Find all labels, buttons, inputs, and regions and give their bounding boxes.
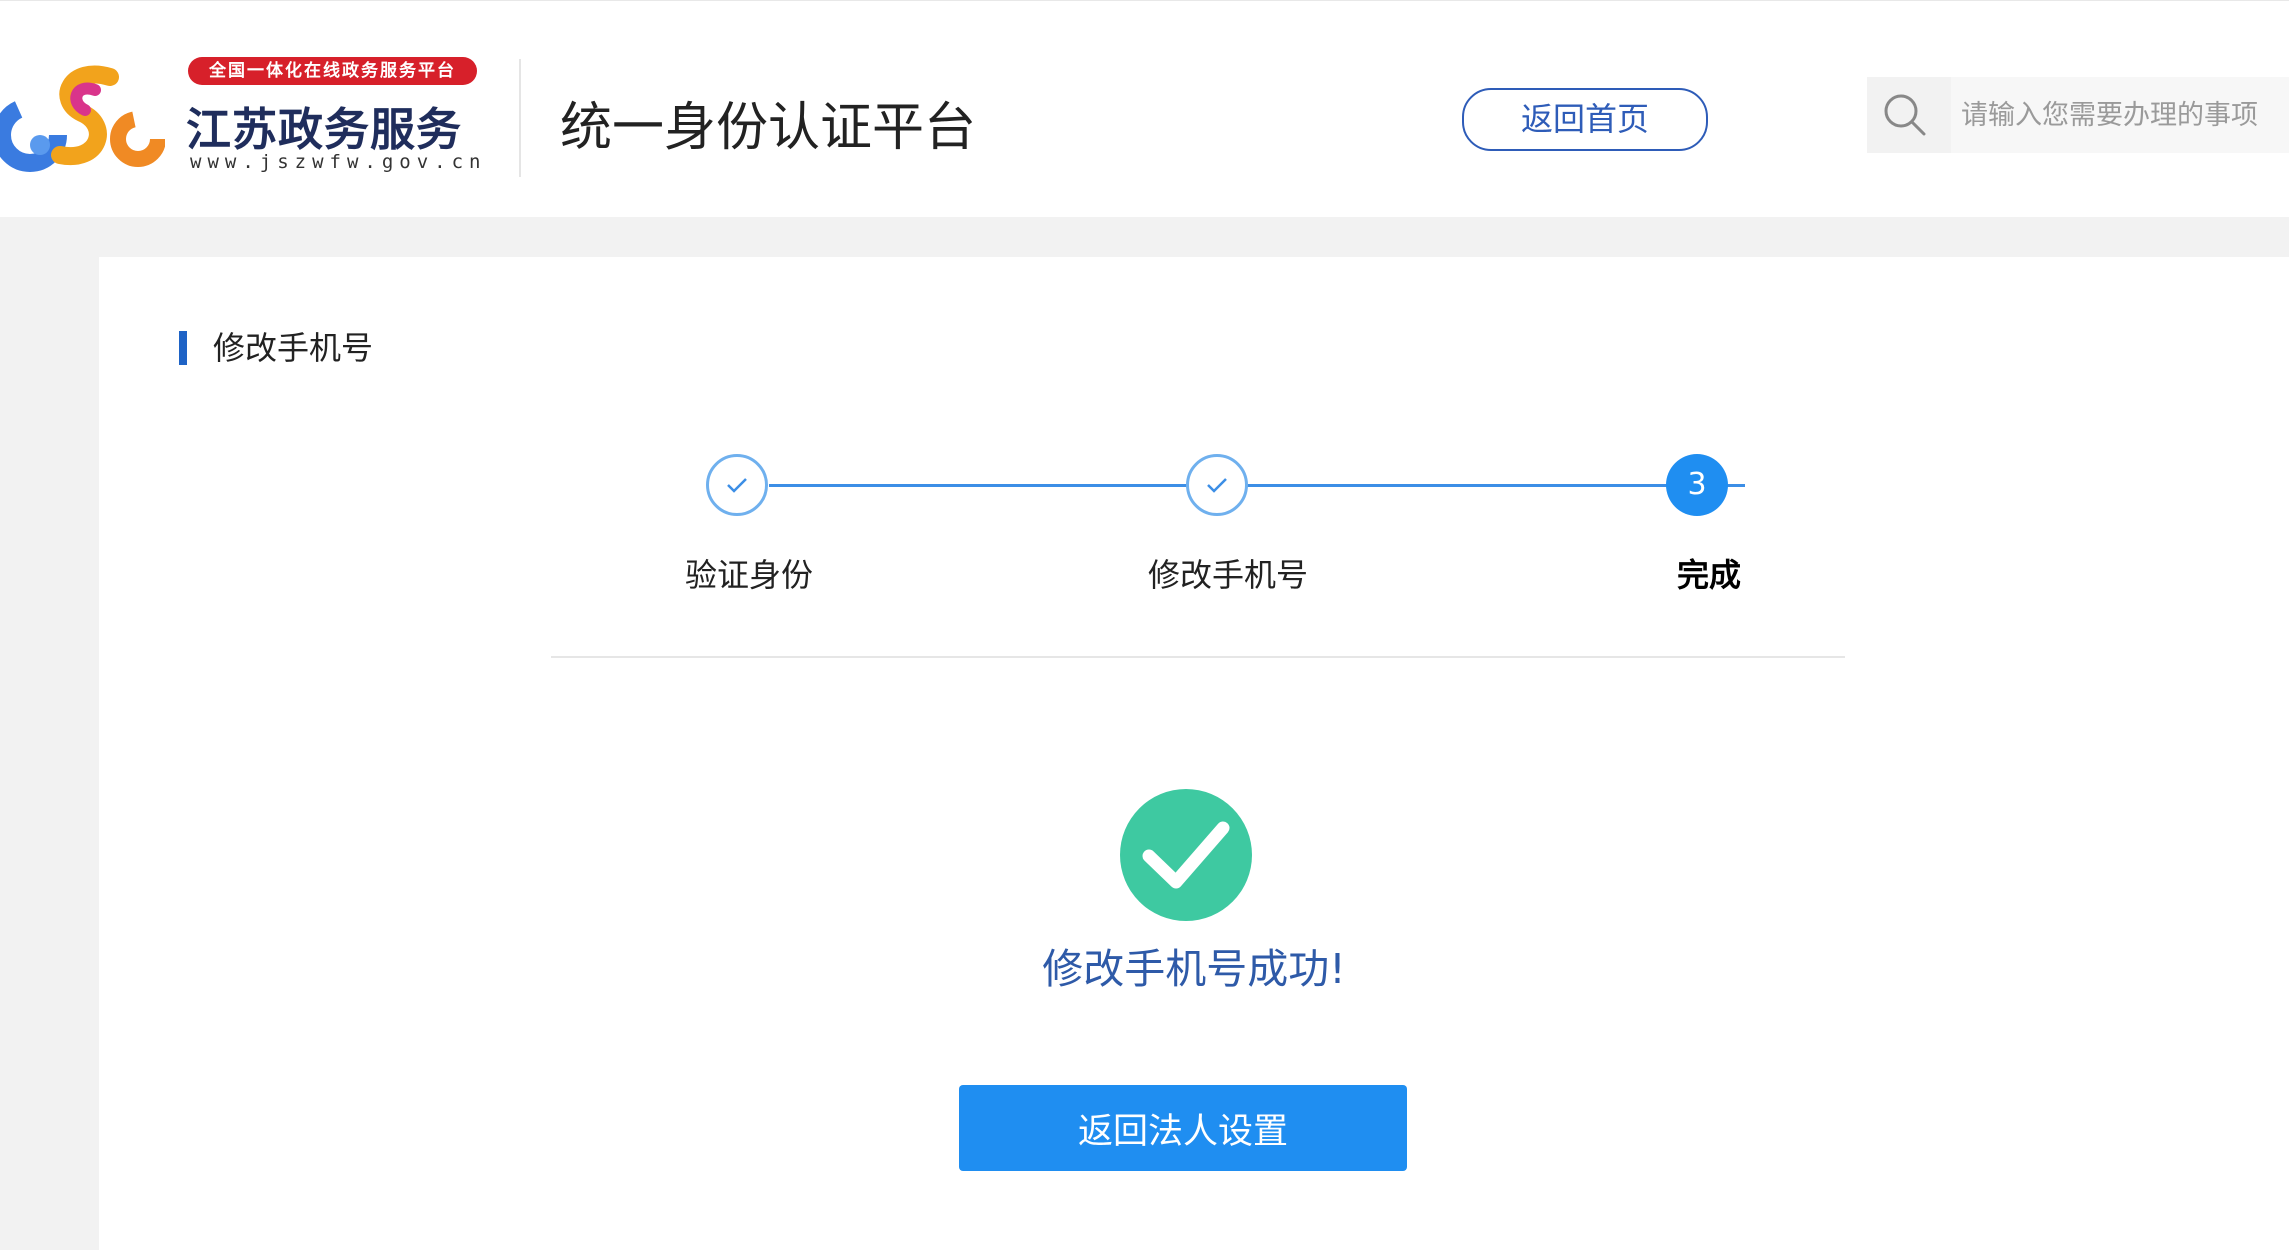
- platform-title: 统一身份认证平台: [560, 98, 977, 158]
- step-3-indicator: 3: [1666, 454, 1728, 516]
- return-home-button[interactable]: 返回首页: [1462, 88, 1708, 151]
- main-panel: 修改手机号 3 验证身份 修改手机号 完成 修改手机号成功! 返回法人设置: [99, 257, 2289, 1250]
- stepper-divider: [551, 656, 1845, 658]
- step-1-indicator: [706, 454, 768, 516]
- step-2-indicator: [1186, 454, 1248, 516]
- step-1-label: 验证身份: [685, 556, 814, 594]
- section-title: 修改手机号: [179, 331, 373, 365]
- check-icon: [1207, 478, 1227, 493]
- header: 全国一体化在线政务服务平台 江苏政务服务 www.jszwfw.gov.cn 统…: [0, 0, 2289, 217]
- success-message: 修改手机号成功!: [1042, 945, 1346, 993]
- step-2-label: 修改手机号: [1148, 556, 1309, 594]
- success-check-icon: [1120, 789, 1252, 921]
- search-input[interactable]: [1951, 77, 2289, 153]
- check-icon: [727, 478, 747, 493]
- platform-badge: 全国一体化在线政务服务平台: [188, 57, 477, 85]
- search-box: [1867, 77, 2289, 153]
- jszwfw-logo-icon[interactable]: [0, 55, 165, 180]
- brand-name: 江苏政务服务: [186, 103, 463, 156]
- brand-url: www.jszwfw.gov.cn: [190, 151, 487, 173]
- header-divider: [519, 59, 521, 177]
- return-legal-settings-button[interactable]: 返回法人设置: [959, 1085, 1407, 1171]
- search-icon[interactable]: [1881, 91, 1929, 139]
- step-3-label: 完成: [1677, 556, 1742, 594]
